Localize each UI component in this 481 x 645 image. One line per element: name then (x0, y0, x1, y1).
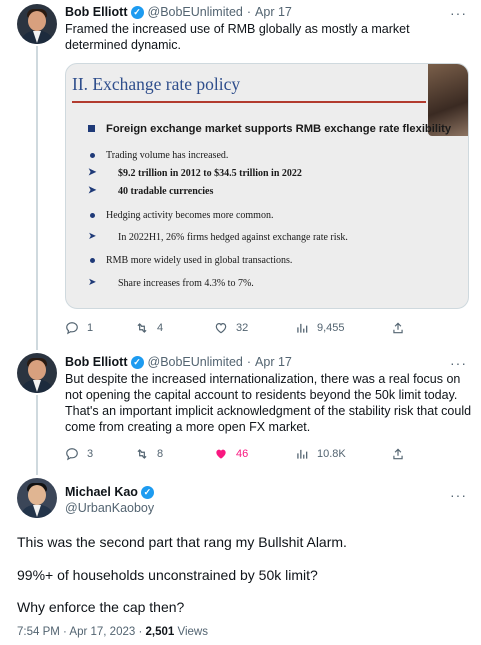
verified-badge-icon: ✓ (130, 355, 144, 369)
more-icon[interactable]: ··· (450, 356, 467, 370)
tweet-text: Framed the increased use of RMB globally… (65, 22, 410, 52)
heart-icon (216, 449, 226, 459)
views-icon (297, 323, 308, 333)
more-icon[interactable]: ··· (450, 488, 467, 502)
reply-button[interactable]: 1 (65, 321, 93, 335)
like-button[interactable]: 32 (214, 321, 248, 335)
author-handle[interactable]: @UrbanKaoboy (65, 501, 154, 515)
slide-bullet: Trading volume has increased. (90, 150, 228, 161)
slide-subbullet: ➤ 40 tradable currencies (88, 185, 214, 197)
tweet-date[interactable]: Apr 17 (255, 5, 292, 19)
slide-bullet: Hedging activity becomes more common. (90, 210, 273, 221)
separator: · (246, 5, 252, 19)
timestamp[interactable]: 7:54 PM · Apr 17, 2023 · (17, 626, 146, 638)
retweet-icon (137, 323, 147, 333)
tweet-header: Michael Kao ✓ (65, 485, 154, 499)
author-name[interactable]: Bob Elliott (65, 5, 128, 19)
slide-heading: Foreign exchange market supports RMB exc… (88, 123, 451, 135)
tweet-timestamp: 7:54 PM · Apr 17, 2023 · 2,501 Views (17, 626, 208, 638)
tweet-date[interactable]: Apr 17 (255, 355, 292, 369)
retweet-button[interactable]: 4 (135, 321, 163, 335)
views-button[interactable]: 9,455 (295, 321, 345, 335)
heart-icon (215, 323, 227, 334)
tweet-paragraph: Why enforce the cap then? (17, 599, 185, 615)
share-icon (393, 322, 403, 334)
author-name[interactable]: Michael Kao (65, 485, 138, 499)
verified-badge-icon: ✓ (140, 485, 154, 499)
avatar[interactable] (17, 478, 57, 518)
views-icon (297, 449, 308, 459)
reply-icon (66, 322, 78, 335)
views-count: 2,501 (145, 626, 175, 638)
dot-bullet-icon (90, 213, 95, 218)
dot-bullet-icon (90, 153, 95, 158)
author-handle[interactable]: @BobEUnlimited (148, 5, 243, 19)
share-button[interactable] (391, 447, 413, 461)
share-button[interactable] (391, 321, 413, 335)
arrow-bullet-icon: ➤ (88, 167, 97, 178)
author-handle[interactable]: @BobEUnlimited (148, 355, 243, 369)
slide-bullet: RMB more widely used in global transacti… (90, 255, 292, 266)
arrow-bullet-icon: ➤ (88, 185, 97, 196)
avatar[interactable] (17, 353, 57, 393)
arrow-bullet-icon: ➤ (88, 231, 97, 242)
slide-subbullet: ➤ In 2022H1, 26% firms hedged against ex… (88, 231, 348, 243)
thread-line (36, 395, 38, 475)
square-bullet-icon (88, 125, 95, 132)
slide-divider (72, 101, 426, 103)
verified-badge-icon: ✓ (130, 5, 144, 19)
author-handle-row: @UrbanKaoboy (65, 501, 154, 515)
reply-button[interactable]: 3 (65, 447, 93, 461)
tweet-header: Bob Elliott ✓ @BobEUnlimited · Apr 17 (65, 5, 292, 19)
tweet-paragraph: This was the second part that rang my Bu… (17, 534, 347, 550)
slide-subbullet: ➤ Share increases from 4.3% to 7%. (88, 277, 254, 289)
like-button[interactable]: 46 (214, 447, 248, 461)
slide-title: II. Exchange rate policy (72, 74, 241, 94)
views-label: Views (177, 626, 208, 638)
tweet-header: Bob Elliott ✓ @BobEUnlimited · Apr 17 (65, 355, 292, 369)
author-name[interactable]: Bob Elliott (65, 355, 128, 369)
thread-line (36, 46, 38, 350)
separator: · (246, 355, 252, 369)
reply-icon (66, 448, 78, 461)
slide-image[interactable]: II. Exchange rate policy Foreign exchang… (65, 63, 469, 309)
share-icon (393, 448, 403, 460)
slide-subbullet: ➤ $9.2 trillion in 2012 to $34.5 trillio… (88, 167, 302, 179)
dot-bullet-icon (90, 258, 95, 263)
more-icon[interactable]: ··· (450, 6, 467, 20)
retweet-icon (137, 449, 147, 459)
arrow-bullet-icon: ➤ (88, 277, 97, 288)
tweet-text: But despite the increased internationali… (65, 372, 472, 434)
avatar[interactable] (17, 4, 57, 44)
views-button[interactable]: 10.8K (295, 447, 346, 461)
tweet-paragraph: 99%+ of households unconstrained by 50k … (17, 567, 318, 583)
retweet-button[interactable]: 8 (135, 447, 163, 461)
